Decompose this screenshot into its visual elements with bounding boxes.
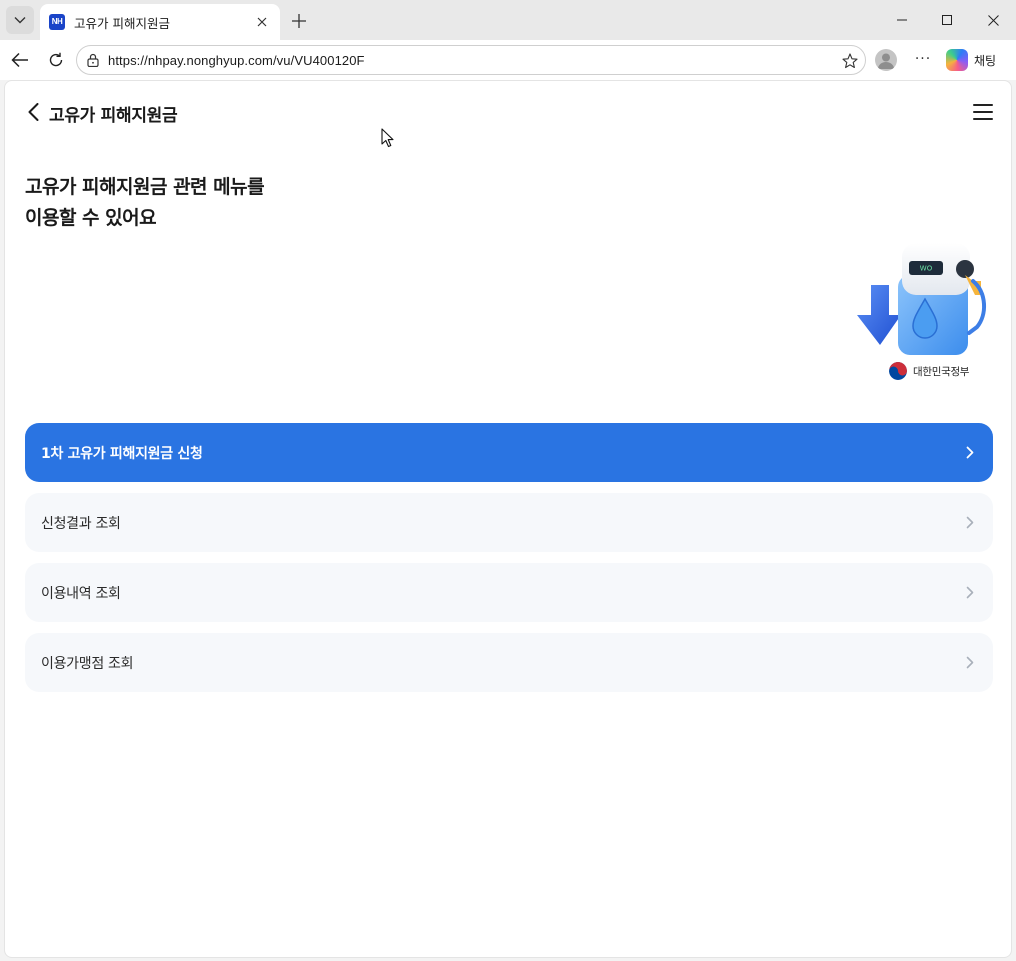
menu-item-label: 이용가맹점 조회 [41, 655, 134, 672]
headline-line-2: 이용할 수 있어요 [25, 207, 157, 229]
url-text: https://nhpay.nonghyup.com/vu/VU400120F [108, 52, 365, 68]
menu-item-label: 1차 고유가 피해지원금 신청 [41, 445, 203, 462]
headline-line-1: 고유가 피해지원금 관련 메뉴를 [25, 176, 265, 198]
address-bar[interactable]: https://nhpay.nonghyup.com/vu/VU400120F [76, 45, 866, 75]
chat-label: 채팅 [974, 53, 997, 68]
browser-tab-active[interactable]: NH 고유가 피해지원금 [40, 4, 280, 40]
browser-titlebar: NH 고유가 피해지원금 [0, 0, 1016, 40]
mouse-cursor-icon [381, 128, 394, 148]
usage-history-button[interactable]: 이용내역 조회 [25, 563, 993, 622]
hamburger-line [973, 118, 993, 120]
pump-display-text: WO [920, 265, 933, 273]
arrow-left-icon [11, 52, 28, 68]
back-button[interactable] [23, 101, 43, 123]
new-tab-button[interactable] [288, 10, 310, 32]
refresh-icon [49, 52, 63, 67]
maximize-button[interactable] [932, 8, 962, 32]
lock-icon [87, 53, 99, 67]
maximize-icon [942, 15, 952, 25]
tab-title: 고유가 피해지원금 [74, 15, 170, 31]
favorite-button[interactable] [841, 52, 859, 70]
chevron-down-icon [14, 17, 26, 24]
refresh-button[interactable] [46, 50, 66, 70]
back-nav-button[interactable] [10, 50, 30, 70]
window-close-button[interactable] [978, 8, 1008, 32]
hamburger-line [973, 104, 993, 106]
tab-list-button[interactable] [6, 6, 34, 34]
copilot-icon [946, 49, 968, 71]
taegeuk-icon [889, 362, 907, 380]
page-viewport: 고유가 피해지원금 고유가 피해지원금 관련 메뉴를 이용할 수 있어요 WO … [4, 80, 1012, 958]
korea-government-mark: 대한민국정부 [889, 362, 969, 380]
hamburger-line [973, 111, 993, 113]
menu-item-label: 이용내역 조회 [41, 585, 121, 602]
chevron-right-icon [963, 586, 977, 600]
app-header: 고유가 피해지원금 [5, 81, 1011, 143]
merchant-search-button[interactable]: 이용가맹점 조회 [25, 633, 993, 692]
page-title: 고유가 피해지원금 [49, 106, 178, 126]
menu-button[interactable] [973, 104, 993, 120]
profile-avatar[interactable] [875, 49, 897, 71]
apply-subsidy-button[interactable]: 1차 고유가 피해지원금 신청 [25, 423, 993, 482]
chevron-right-icon [963, 446, 977, 460]
close-icon [257, 17, 267, 27]
tab-close-button[interactable] [254, 14, 270, 30]
copilot-chat-button[interactable]: 채팅 [946, 48, 996, 72]
chevron-right-icon [963, 656, 977, 670]
user-icon [878, 53, 894, 69]
close-icon [987, 14, 999, 26]
headline: 고유가 피해지원금 관련 메뉴를 이용할 수 있어요 [25, 172, 265, 234]
menu-item-label: 신청결과 조회 [41, 515, 121, 532]
chevron-right-icon [963, 516, 977, 530]
plus-icon [292, 14, 306, 28]
gov-label: 대한민국정부 [913, 365, 970, 378]
star-icon [842, 53, 858, 69]
minimize-icon [897, 19, 907, 21]
chevron-left-icon [28, 103, 38, 121]
menu-list: 1차 고유가 피해지원금 신청 신청결과 조회 이용내역 조회 이용가맹점 조회 [25, 423, 993, 703]
nh-favicon-icon: NH [49, 14, 65, 30]
application-result-button[interactable]: 신청결과 조회 [25, 493, 993, 552]
more-options-button[interactable]: ··· [913, 50, 933, 70]
minimize-button[interactable] [887, 8, 917, 32]
